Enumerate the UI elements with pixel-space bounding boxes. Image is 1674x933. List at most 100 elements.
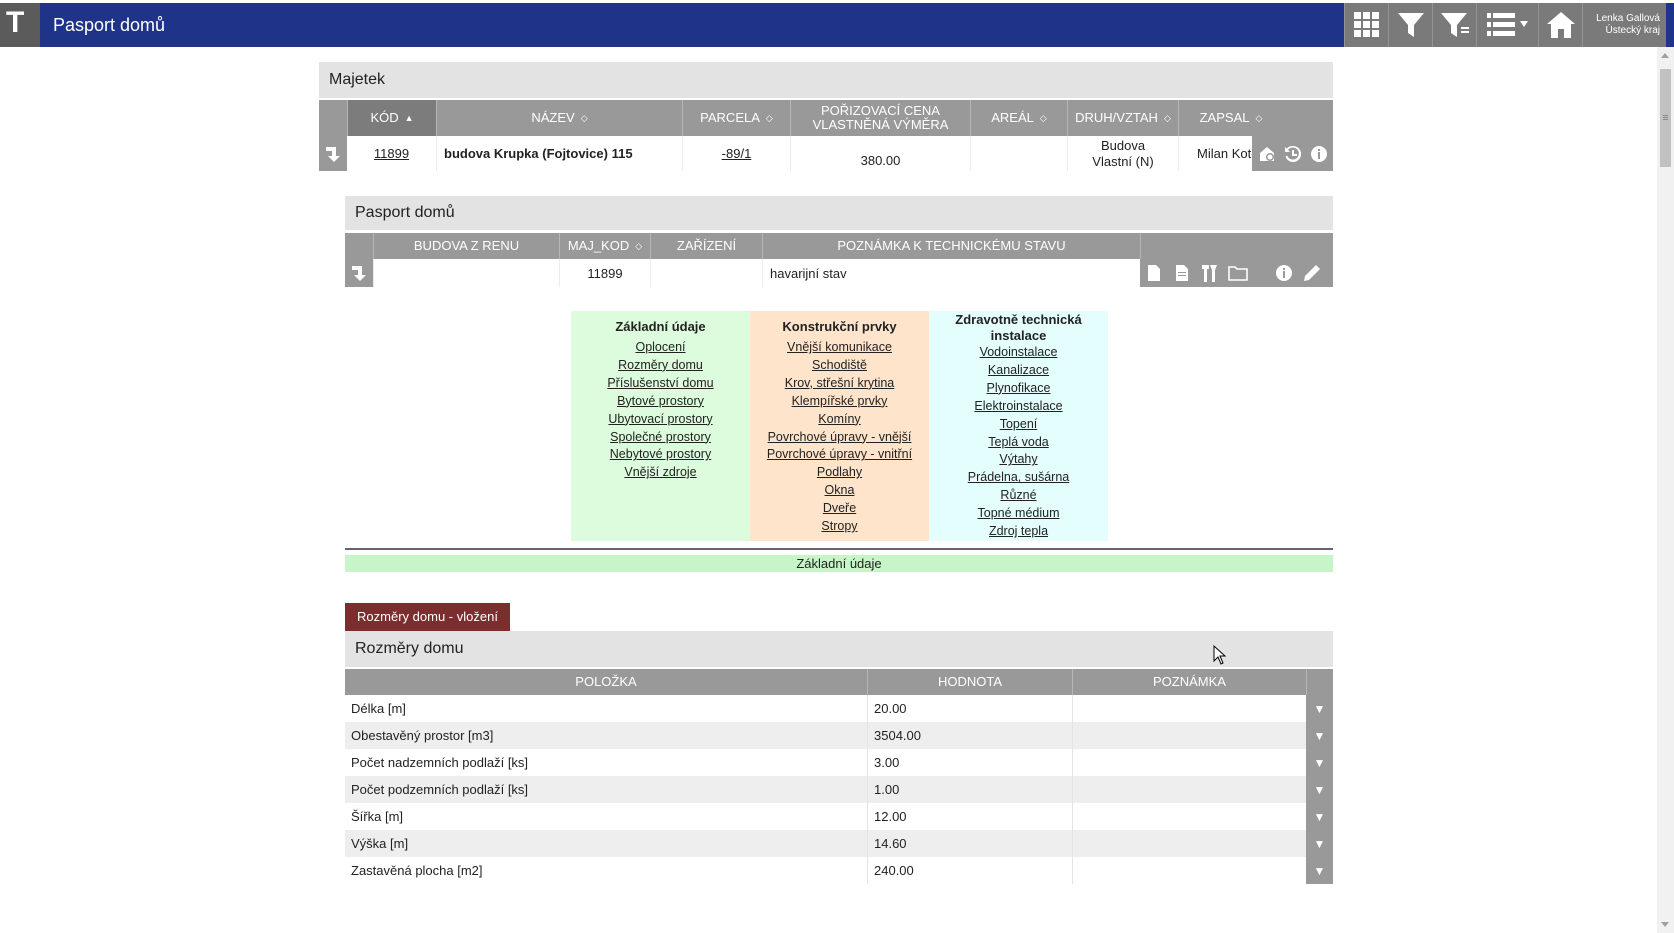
history-icon[interactable]: [1282, 143, 1304, 165]
nav-link[interactable]: Výtahy: [929, 451, 1108, 469]
row-menu-icon[interactable]: ▼: [1306, 695, 1333, 722]
col-hodnota[interactable]: HODNOTA: [867, 669, 1072, 695]
col-parcela[interactable]: PARCELA ◇: [682, 100, 790, 136]
nav-link[interactable]: Rozměry domu: [571, 357, 750, 375]
poznamka-cell: [1072, 749, 1306, 776]
document-text-icon[interactable]: [1171, 262, 1193, 284]
table-row[interactable]: Obestavěný prostor [m3] 3504.00 ▼: [345, 722, 1333, 749]
nav-link[interactable]: Klempířské prvky: [750, 393, 929, 411]
polozka-cell: Šířka [m]: [351, 809, 404, 824]
vertical-scrollbar[interactable]: [1657, 47, 1674, 933]
row-menu-icon[interactable]: ▼: [1306, 857, 1333, 884]
nav-link[interactable]: Stropy: [750, 518, 929, 536]
tools-icon[interactable]: [1199, 262, 1221, 284]
col-poznamka[interactable]: POZNÁMKA: [1072, 669, 1306, 695]
nav-link[interactable]: Dveře: [750, 500, 929, 518]
nav-link[interactable]: Vnější komunikace: [750, 339, 929, 357]
majetek-header: KÓD ▲ NÁZEV ◇ PARCELA ◇ POŘIZOVACÍ CENA VLAS…: [319, 100, 1333, 136]
scroll-up-icon[interactable]: [1661, 53, 1669, 58]
row-menu-icon[interactable]: ▼: [1306, 803, 1333, 830]
table-row[interactable]: Počet podzemních podlaží [ks] 1.00 ▼: [345, 776, 1333, 803]
col-polozka[interactable]: POLOŽKA: [345, 669, 867, 695]
nav-link[interactable]: Příslušenství domu: [571, 375, 750, 393]
nav-link[interactable]: Různé: [929, 487, 1108, 505]
nav-link[interactable]: Povrchové úpravy - vnější: [750, 429, 929, 447]
nav-link[interactable]: Kanalizace: [929, 362, 1108, 380]
scroll-down-icon[interactable]: [1661, 922, 1669, 927]
filter-advanced-icon[interactable]: [1432, 3, 1476, 47]
nav-link[interactable]: Topné médium: [929, 505, 1108, 523]
nav-link[interactable]: Oplocení: [571, 339, 750, 357]
nav-link[interactable]: Nebytové prostory: [571, 446, 750, 464]
nav-link[interactable]: Schodiště: [750, 357, 929, 375]
parcela-link[interactable]: -89/1: [722, 146, 752, 161]
nav-link[interactable]: Komíny: [750, 411, 929, 429]
filter-icon[interactable]: [1388, 3, 1432, 47]
hodnota-cell: 240.00: [867, 857, 1072, 884]
row-menu-icon[interactable]: ▼: [1306, 749, 1333, 776]
nav-link[interactable]: Podlahy: [750, 464, 929, 482]
folder-icon[interactable]: [1227, 262, 1249, 284]
table-row[interactable]: Šířka [m] 12.00 ▼: [345, 803, 1333, 830]
grid-menu-icon[interactable]: [1344, 3, 1388, 47]
col-poznamka[interactable]: POZNÁMKA K TECHNICKÉMU STAVU: [762, 233, 1140, 259]
maj-kod-cell: 11899: [559, 259, 650, 287]
row-menu-icon[interactable]: ▼: [1306, 830, 1333, 857]
expand-row-icon[interactable]: [319, 136, 347, 171]
insert-rozmery-button[interactable]: Rozměry domu - vložení: [345, 603, 510, 631]
nav-link[interactable]: Okna: [750, 482, 929, 500]
nav-link[interactable]: Povrchové úpravy - vnitřní: [750, 446, 929, 464]
kod-link[interactable]: 11899: [374, 146, 409, 161]
nazev-cell: budova Krupka (Fojtovice) 115: [436, 136, 682, 171]
table-row[interactable]: Délka [m] 20.00 ▼: [345, 695, 1333, 722]
nav-link[interactable]: Vnější zdroje: [571, 464, 750, 482]
col-nazev[interactable]: NÁZEV ◇: [436, 100, 682, 136]
table-row[interactable]: Výška [m] 14.60 ▼: [345, 830, 1333, 857]
info-icon[interactable]: [1308, 143, 1330, 165]
polozka-cell: Obestavěný prostor [m3]: [351, 728, 494, 743]
col-kod[interactable]: KÓD ▲: [347, 100, 436, 136]
table-row[interactable]: Počet nadzemních podlaží [ks] 3.00 ▼: [345, 749, 1333, 776]
col-maj-kod[interactable]: MAJ_KOD ◇: [559, 233, 650, 259]
hodnota-cell: 1.00: [867, 776, 1072, 803]
row-menu-icon[interactable]: ▼: [1306, 722, 1333, 749]
areal-cell: [970, 136, 1067, 171]
nav-link[interactable]: Ubytovací prostory: [571, 411, 750, 429]
table-row[interactable]: Zastavěná plocha [m2] 240.00 ▼: [345, 857, 1333, 884]
nav-link[interactable]: Plynofikace: [929, 380, 1108, 398]
scroll-thumb[interactable]: [1660, 69, 1671, 167]
home-icon[interactable]: [1538, 3, 1582, 47]
building-settings-icon[interactable]: [1256, 143, 1278, 165]
expand-row-icon[interactable]: [345, 259, 373, 287]
col-cena[interactable]: POŘIZOVACÍ CENA VLASTNĚNÁ VÝMĚRA: [790, 100, 970, 136]
app-logo[interactable]: T: [0, 3, 40, 47]
col-druh[interactable]: DRUH/VZTAH ◇: [1067, 100, 1178, 136]
nav-link[interactable]: Topení: [929, 416, 1108, 434]
edit-pencil-icon[interactable]: [1301, 262, 1323, 284]
info-icon[interactable]: [1273, 262, 1295, 284]
nav-link[interactable]: Společné prostory: [571, 429, 750, 447]
zarizeni-cell: [650, 259, 762, 287]
nav-link[interactable]: Zdroj tepla: [929, 523, 1108, 541]
nav-link[interactable]: Prádelna, sušárna: [929, 469, 1108, 487]
document-icon[interactable]: [1143, 262, 1165, 284]
majetek-section-title: Majetek: [319, 62, 1333, 98]
nav-link[interactable]: Krov, střešní krytina: [750, 375, 929, 393]
polozka-cell: Výška [m]: [351, 836, 409, 851]
row-menu-icon[interactable]: ▼: [1306, 776, 1333, 803]
nav-link[interactable]: Elektroinstalace: [929, 398, 1108, 416]
col-zapsal[interactable]: ZAPSAL ◇: [1178, 100, 1283, 136]
pasport-header: BUDOVA Z RENU MAJ_KOD ◇ ZAŘÍZENÍ POZNÁMKA…: [345, 233, 1333, 259]
nav-link[interactable]: Vodoinstalace: [929, 344, 1108, 362]
nav-column-konstrukcni: Konstrukční prvky Vnější komunikace Schod…: [750, 311, 929, 541]
majetek-row[interactable]: 11899 budova Krupka (Fojtovice) 115 -89/…: [319, 136, 1333, 171]
poznamka-cell: [1072, 776, 1306, 803]
druh-cell: Budova Vlastní (N): [1067, 136, 1178, 171]
col-zarizeni[interactable]: ZAŘÍZENÍ: [650, 233, 762, 259]
nav-link[interactable]: Teplá voda: [929, 434, 1108, 452]
col-budova[interactable]: BUDOVA Z RENU: [373, 233, 559, 259]
col-areal[interactable]: AREÁL ◇: [970, 100, 1067, 136]
user-info[interactable]: Lenka Gallová Ústecký kraj: [1582, 3, 1666, 47]
list-menu-icon[interactable]: [1476, 3, 1538, 47]
nav-link[interactable]: Bytové prostory: [571, 393, 750, 411]
